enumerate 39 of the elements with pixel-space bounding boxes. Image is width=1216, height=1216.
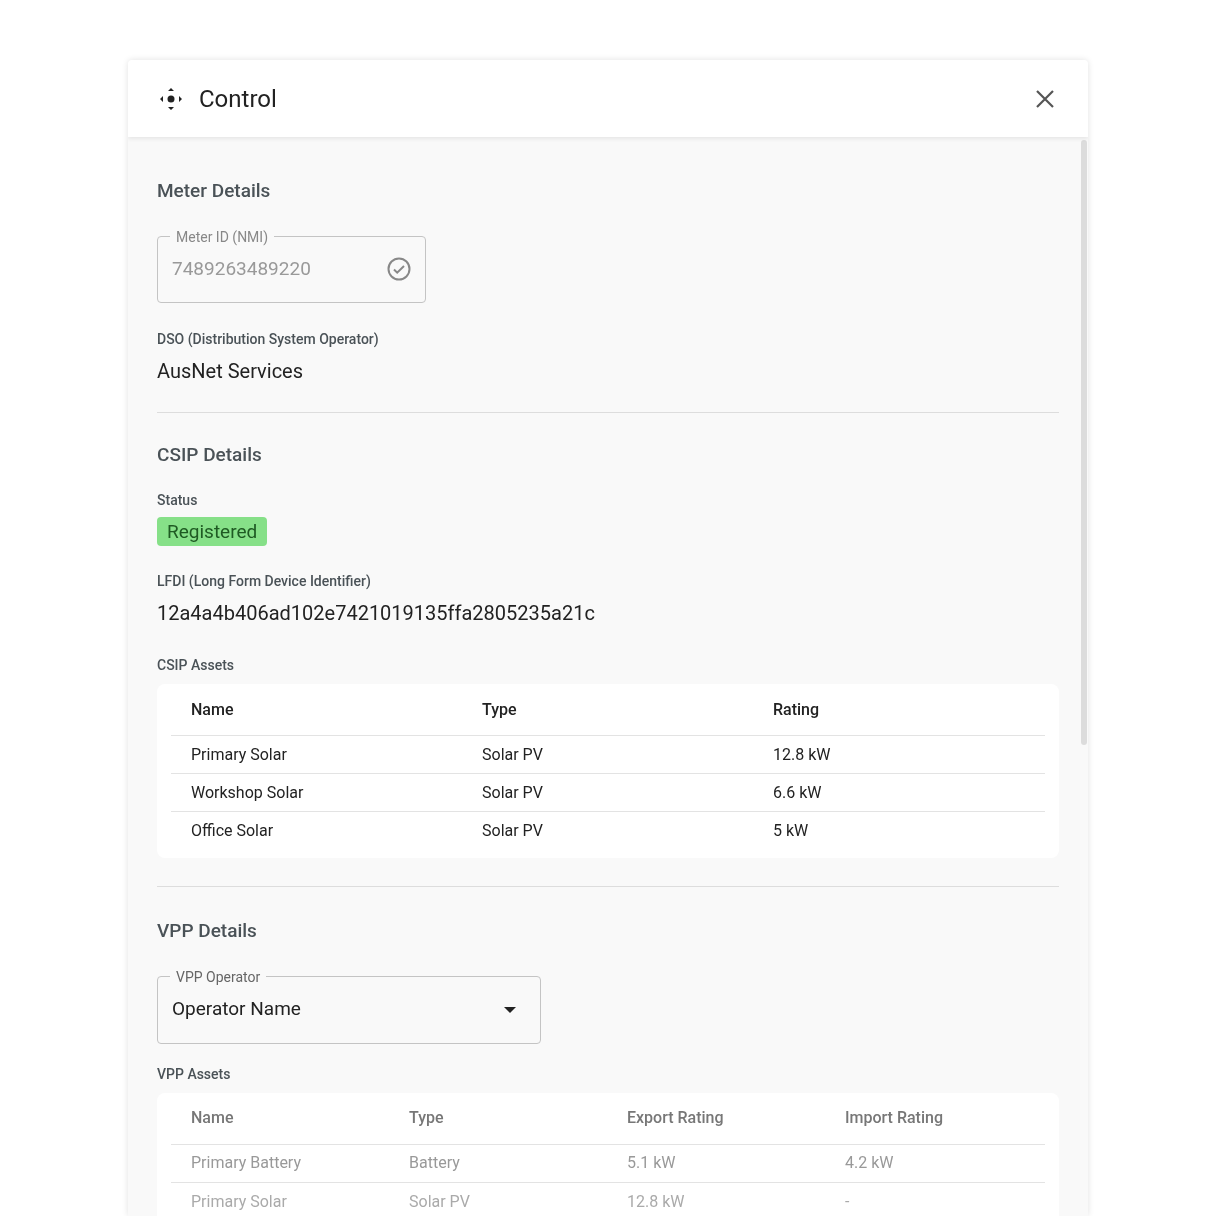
scrollbar-thumb[interactable] <box>1081 140 1087 745</box>
dialog-title: Control <box>199 83 277 115</box>
column-header: Export Rating <box>626 1107 725 1129</box>
caret-icon <box>504 1006 516 1013</box>
field-label: DSO (Distribution System Operator) <box>157 329 380 349</box>
column-header: Name <box>190 1107 235 1129</box>
column-header: Type <box>408 1107 445 1129</box>
column-header: Rating <box>772 698 821 721</box>
table-cell-text: 12.8 kW <box>626 1190 686 1213</box>
table-cell-text: - <box>844 1190 851 1213</box>
table-cell-text: 5.1 kW <box>626 1152 677 1174</box>
section-heading: Meter Details <box>157 178 272 204</box>
table-cell-text: Office Solar <box>190 820 275 842</box>
field-label: Status <box>157 491 199 510</box>
table-cell-text: Solar PV <box>481 820 544 842</box>
table-cell-text: Workshop Solar <box>190 781 305 804</box>
table-cell-text: Solar PV <box>408 1190 471 1213</box>
section-heading: CSIP Details <box>157 441 263 468</box>
field-value: AusNet Services <box>157 357 305 385</box>
field-label: CSIP Assets <box>157 656 236 675</box>
move-icon <box>158 85 184 112</box>
table-cell-text: Primary Solar <box>190 1190 288 1213</box>
table-cell-text: Solar PV <box>481 743 544 766</box>
field-value: 12a4a4b406ad102e7421019135ffa2805235a21c <box>157 600 596 627</box>
column-header: Import Rating <box>844 1107 944 1129</box>
table-cell-text: Primary Solar <box>190 743 288 766</box>
table-cell-text: 12.8 kW <box>772 743 832 766</box>
status-badge: Registered <box>157 517 268 546</box>
column-header: Name <box>190 698 235 721</box>
field-label: VPP Assets <box>157 1064 232 1084</box>
table-cell-text: Solar PV <box>481 781 544 804</box>
field-label: LFDI (Long Form Device Identifier) <box>157 572 372 591</box>
table-cell-text: 6.6 kW <box>772 781 823 804</box>
table-cell-text: Primary Battery <box>190 1152 302 1174</box>
table-cell-text: 4.2 kW <box>844 1152 895 1174</box>
table-cell-text: Battery <box>408 1152 461 1174</box>
section-heading: VPP Details <box>157 918 258 944</box>
table-cell-text: 5 kW <box>772 820 810 842</box>
column-header: Type <box>481 698 518 721</box>
